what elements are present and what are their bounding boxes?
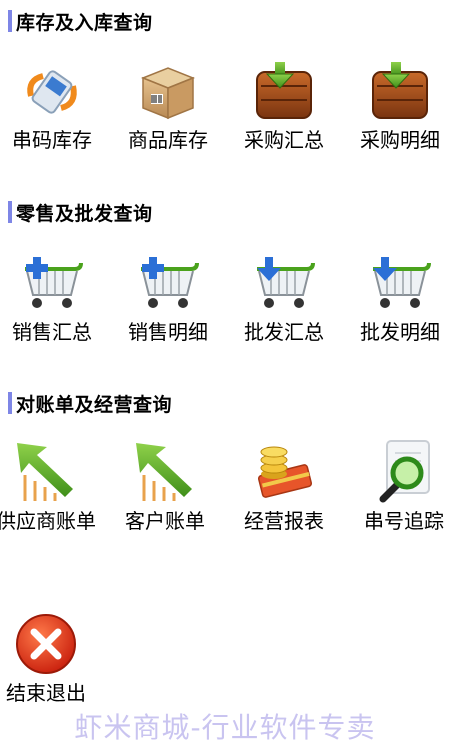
tile-customer-statement[interactable]: 客户账单 bbox=[110, 436, 220, 534]
tile-label: 结束退出 bbox=[6, 681, 86, 705]
tile-sales-summary[interactable]: 销售汇总 bbox=[0, 247, 107, 345]
tile-purchase-detail[interactable]: 采购明细 bbox=[345, 55, 450, 153]
phone-sync-icon bbox=[27, 70, 77, 114]
tile-business-report[interactable]: 经营报表 bbox=[229, 436, 339, 534]
exit-button[interactable]: 结束退出 bbox=[0, 608, 101, 706]
cart-download-icon bbox=[257, 257, 315, 308]
section-header-retail: 零售及批发查询 bbox=[8, 200, 153, 225]
section-title: 库存及入库查询 bbox=[16, 11, 153, 34]
section-accent-bar bbox=[8, 392, 12, 414]
tile-label: 客户账单 bbox=[125, 509, 205, 533]
cart-download-icon bbox=[373, 257, 431, 308]
tile-label: 批发明细 bbox=[360, 320, 440, 344]
purchase-crate-icon bbox=[372, 62, 428, 119]
growth-arrow-icon bbox=[136, 443, 192, 501]
cart-add-icon bbox=[141, 257, 199, 308]
purchase-crate-icon bbox=[256, 62, 312, 119]
tile-serial-inventory[interactable]: 串码库存 bbox=[0, 55, 107, 153]
section-header-inventory: 库存及入库查询 bbox=[8, 9, 153, 34]
tile-label: 采购汇总 bbox=[244, 128, 324, 152]
tile-serial-tracking[interactable]: 串号追踪 bbox=[349, 436, 450, 534]
section-accent-bar bbox=[8, 201, 12, 223]
section-accent-bar bbox=[8, 10, 12, 32]
growth-arrow-icon bbox=[17, 443, 73, 501]
tile-label: 销售明细 bbox=[128, 320, 208, 344]
section-title: 对账单及经营查询 bbox=[16, 393, 173, 416]
tile-label: 串号追踪 bbox=[364, 509, 444, 533]
watermark-text: 虾米商城-行业软件专卖 bbox=[74, 711, 376, 744]
section-header-statements: 对账单及经营查询 bbox=[8, 391, 173, 416]
tile-label: 销售汇总 bbox=[12, 320, 92, 344]
tile-label: 商品库存 bbox=[128, 128, 208, 152]
section-title: 零售及批发查询 bbox=[16, 202, 153, 225]
coins-card-icon bbox=[257, 446, 313, 498]
tile-product-inventory[interactable]: 商品库存 bbox=[113, 55, 223, 153]
tile-label: 批发汇总 bbox=[244, 320, 324, 344]
tile-supplier-statement[interactable]: 供应商账单 bbox=[0, 436, 101, 534]
magnifier-document-icon bbox=[379, 440, 430, 503]
package-box-icon bbox=[140, 67, 196, 120]
close-icon bbox=[16, 614, 76, 674]
tile-label: 经营报表 bbox=[244, 509, 324, 533]
cart-add-icon bbox=[25, 257, 83, 308]
tile-purchase-summary[interactable]: 采购汇总 bbox=[229, 55, 339, 153]
tile-label: 采购明细 bbox=[360, 128, 440, 152]
tile-label: 串码库存 bbox=[12, 128, 92, 152]
tile-label: 供应商账单 bbox=[0, 509, 96, 533]
tile-wholesale-detail[interactable]: 批发明细 bbox=[345, 247, 450, 345]
tile-sales-detail[interactable]: 销售明细 bbox=[113, 247, 223, 345]
tile-wholesale-summary[interactable]: 批发汇总 bbox=[229, 247, 339, 345]
